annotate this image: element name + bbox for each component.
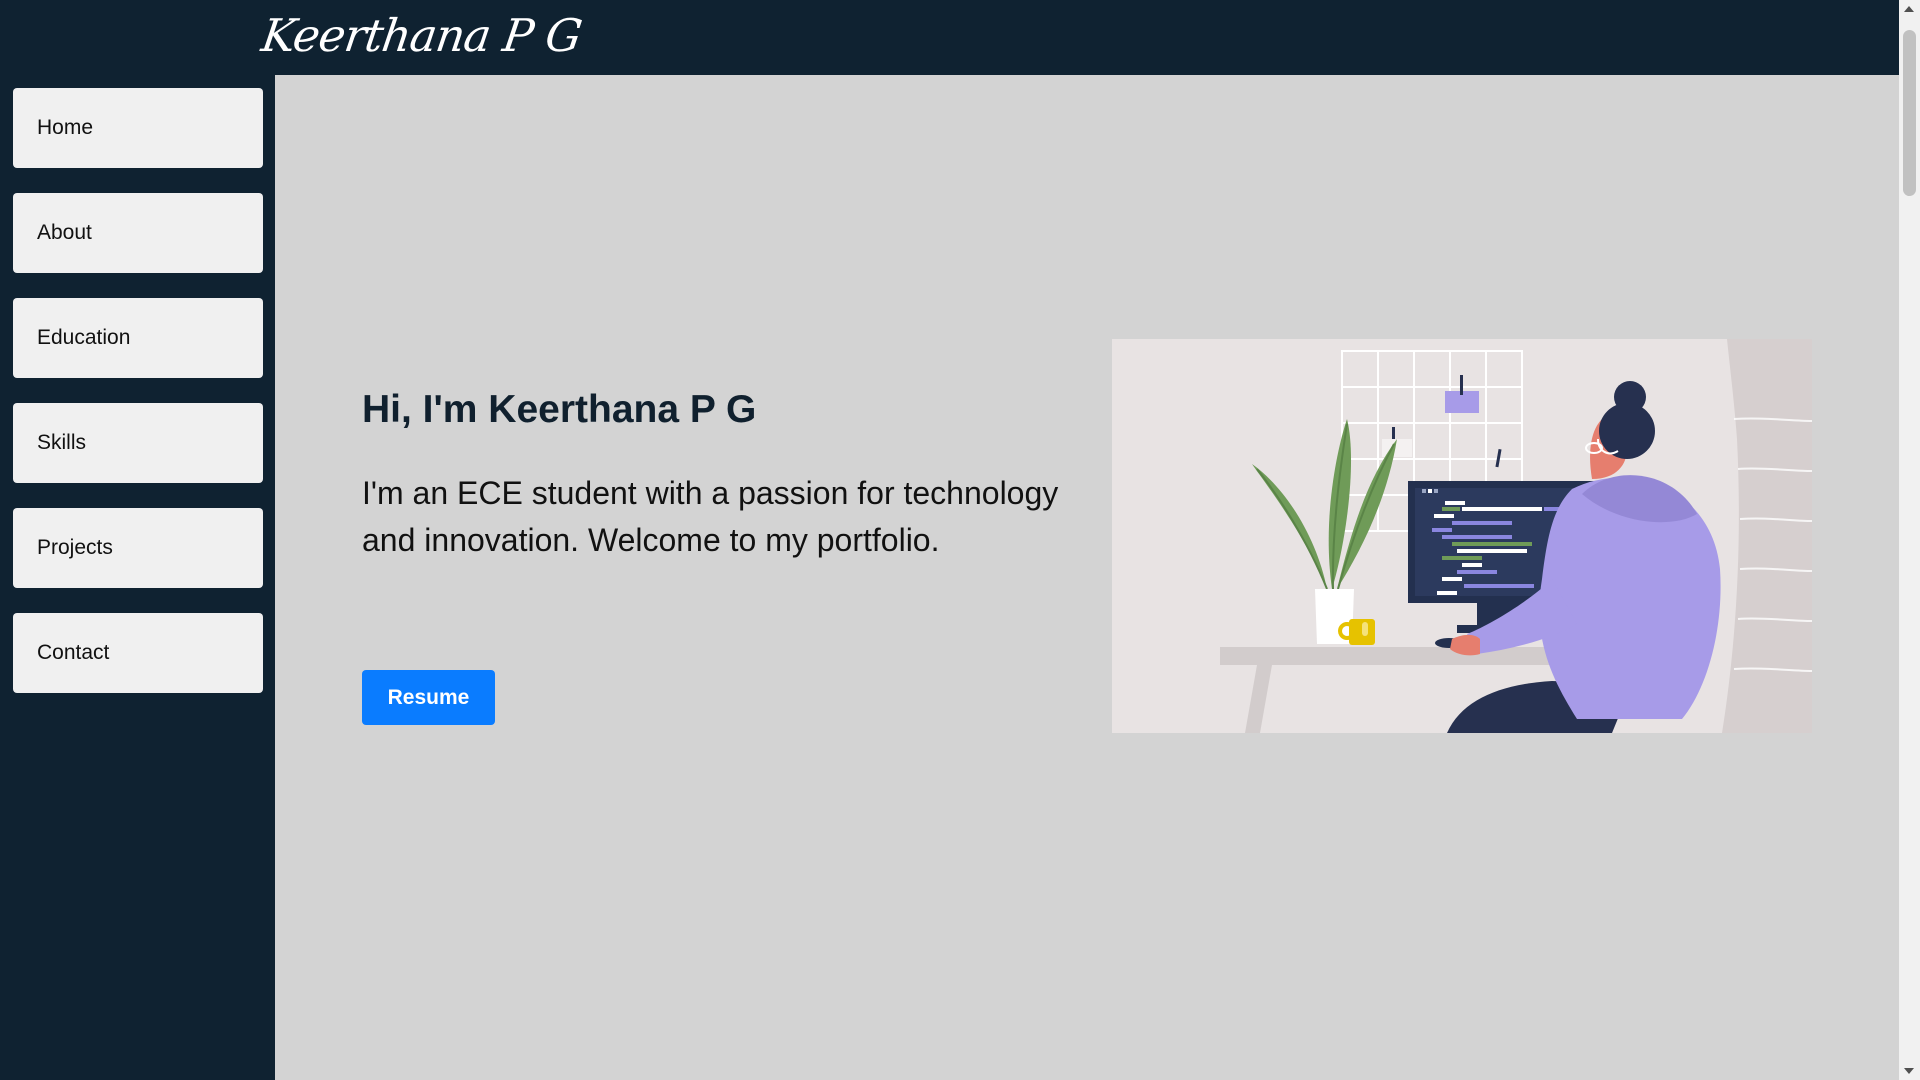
sidebar-item-label: Education: [37, 326, 131, 349]
scroll-up-arrow-icon[interactable]: [1904, 6, 1914, 12]
hero-title: Hi, I'm Keerthana P G: [362, 388, 757, 431]
sidebar-item-label: Projects: [37, 536, 113, 559]
sidebar-item-education[interactable]: Education: [13, 298, 263, 378]
sidebar-item-label: Contact: [37, 641, 110, 664]
main-content: Hi, I'm Keerthana P G I'm an ECE student…: [275, 75, 1899, 1080]
sidebar-item-label: About: [37, 221, 92, 244]
site-logo[interactable]: Keerthana P G: [258, 6, 585, 66]
sidebar-item-skills[interactable]: Skills: [13, 403, 263, 483]
hero-intro-text: I'm an ECE student with a passion for te…: [362, 475, 1059, 558]
sidebar-nav: Home About Education Skills Projects Con…: [0, 75, 275, 1080]
sidebar-item-label: Home: [37, 116, 94, 139]
sidebar-item-label: Skills: [37, 431, 87, 454]
scroll-down-arrow-icon[interactable]: [1904, 1068, 1914, 1074]
vertical-scrollbar[interactable]: [1899, 0, 1920, 1080]
sidebar-item-projects[interactable]: Projects: [13, 508, 263, 588]
sidebar-item-about[interactable]: About: [13, 193, 263, 273]
developer-at-desk-illustration: [1112, 339, 1812, 733]
resume-button[interactable]: Resume: [362, 670, 495, 725]
top-header-bar: Keerthana P G: [0, 0, 1899, 75]
sidebar-item-contact[interactable]: Contact: [13, 613, 263, 693]
sidebar-item-home[interactable]: Home: [13, 88, 263, 168]
scrollbar-thumb[interactable]: [1903, 30, 1916, 196]
